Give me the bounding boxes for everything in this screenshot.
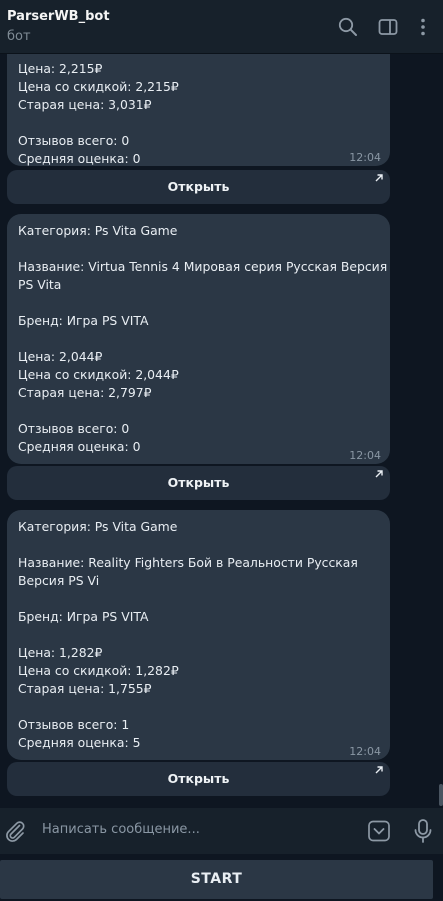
start-bar: START xyxy=(0,854,443,901)
message-list[interactable]: Цена: 2,215₽ Цена со скидкой: 2,215₽ Ста… xyxy=(0,54,443,808)
start-button[interactable]: START xyxy=(0,860,433,899)
message-line: Средняя оценка: 0 xyxy=(18,151,141,166)
message-line: Бренд: Игра PS VITA xyxy=(18,609,149,624)
message-input[interactable]: Написать сообщение... xyxy=(42,822,200,837)
message-line: Название: Reality Fighters Бой в Реально… xyxy=(18,555,358,570)
more-vertical-icon[interactable] xyxy=(412,16,434,38)
message-line: Старая цена: 1,755₽ xyxy=(18,681,152,696)
open-button[interactable]: Открыть xyxy=(7,762,390,796)
search-icon[interactable] xyxy=(337,16,359,38)
message-line: Средняя оценка: 5 xyxy=(18,735,141,750)
message-line: Цена со скидкой: 1,282₽ xyxy=(18,663,179,678)
message-line: Цена со скидкой: 2,044₽ xyxy=(18,367,179,382)
message-line: Отзывов всего: 0 xyxy=(18,421,130,436)
message-bubble: Категория: Ps Vita Game Название: Virtua… xyxy=(7,214,390,464)
chat-scrollbar[interactable] xyxy=(439,784,443,806)
message-line: PS Vita xyxy=(18,277,62,292)
message-line: Бренд: Игра PS VITA xyxy=(18,313,149,328)
message-line: Отзывов всего: 0 xyxy=(18,133,130,148)
message-line: Цена со скидкой: 2,215₽ xyxy=(18,79,179,94)
message-bubble: Цена: 2,215₽ Цена со скидкой: 2,215₽ Ста… xyxy=(7,54,390,166)
sidebar-toggle-icon[interactable] xyxy=(377,16,399,38)
message-line: Цена: 2,044₽ xyxy=(18,349,103,364)
message-line: Отзывов всего: 1 xyxy=(18,717,130,732)
external-link-arrow-icon xyxy=(375,470,383,478)
open-button-label: Открыть xyxy=(167,771,230,786)
message-line: Категория: Ps Vita Game xyxy=(18,519,178,534)
open-button[interactable]: Открыть xyxy=(7,170,390,204)
open-button-label: Открыть xyxy=(167,179,230,194)
chat-header: ParserWB_bot бот xyxy=(0,0,443,54)
message-bubble: Категория: Ps Vita Game Название: Realit… xyxy=(7,510,390,760)
message-composer: Написать сообщение... xyxy=(0,808,443,854)
external-link-arrow-icon xyxy=(375,174,383,182)
message-time: 12:04 xyxy=(349,745,381,758)
external-link-arrow-icon xyxy=(375,766,383,774)
message-line: Категория: Ps Vita Game xyxy=(18,223,178,238)
attach-icon[interactable] xyxy=(3,819,27,843)
open-button[interactable]: Открыть xyxy=(7,466,390,500)
chat-subtitle: бот xyxy=(7,29,31,44)
message-line: Старая цена: 3,031₽ xyxy=(18,97,152,112)
message-line: Название: Virtua Tennis 4 Мировая серия … xyxy=(18,259,388,274)
message-line: Старая цена: 2,797₽ xyxy=(18,385,152,400)
message-line: Цена: 1,282₽ xyxy=(18,645,103,660)
chat-title[interactable]: ParserWB_bot xyxy=(7,9,110,24)
message-line: Средняя оценка: 0 xyxy=(18,439,141,454)
message-line: Цена: 2,215₽ xyxy=(18,61,103,76)
open-button-label: Открыть xyxy=(167,475,230,490)
message-time: 12:04 xyxy=(349,449,381,462)
message-time: 12:04 xyxy=(349,151,381,164)
microphone-icon[interactable] xyxy=(412,818,434,844)
bot-keyboard-icon[interactable] xyxy=(367,819,391,843)
message-line: Версия PS Vi xyxy=(18,573,100,588)
telegram-chat-window: ParserWB_bot бот Цена: 2,215₽ Цена со ск… xyxy=(0,0,443,901)
